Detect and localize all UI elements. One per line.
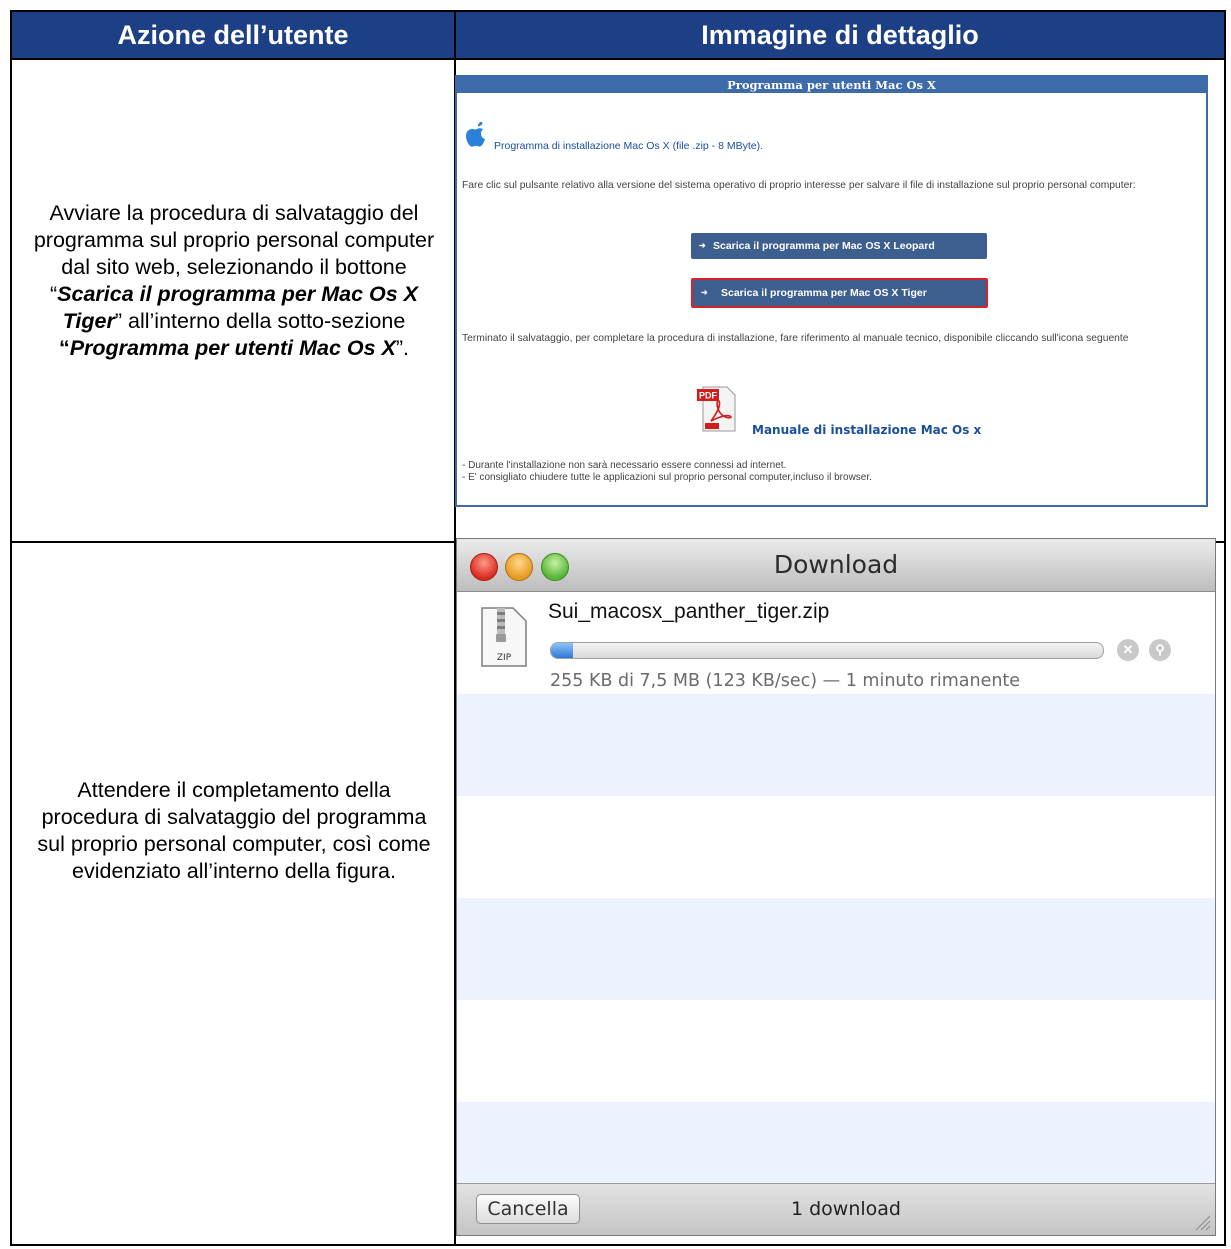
progress-fill [551,643,574,658]
download-list: ZIP Sui_macosx_panther_tiger.zip ✕ ⚲ 255… [457,592,1215,1184]
header-detail-image: Immagine di dettaglio [701,20,979,50]
file-name: Sui_macosx_panther_tiger.zip [548,600,830,623]
arrow-right-icon: ➜ [699,241,706,250]
manual-download-link[interactable]: Manuale di installazione Mac Os x [752,423,981,437]
action-step-2: Attendere il completamento della procedu… [37,778,431,883]
download-leopard-button[interactable]: ➜ Scarica il programma per Mac OS X Leopa… [691,233,987,259]
zip-label: ZIP [497,653,512,663]
minimize-window-button[interactable] [505,553,533,581]
apple-icon [466,121,485,147]
action-text-part: ” all’interno della sotto-sezione [114,309,406,333]
note-line: - E' consigliato chiudere tutte le appli… [462,472,872,483]
button-label: Scarica il programma per Mac OS X Tiger [721,287,927,299]
action-quote: “ [58,336,70,360]
notes: - Durante l'installazione non sarà neces… [462,460,872,484]
list-row-empty [457,694,1215,796]
download-window: Download ZIP Sui_macosx_panther_tiger.zi… [456,538,1216,1236]
arrow-right-icon: ➜ [701,288,708,297]
window-titlebar[interactable]: Download [457,539,1215,592]
download-status: 255 KB di 7,5 MB (123 KB/sec) — 1 minuto… [550,671,1021,691]
zoom-window-button[interactable] [541,553,569,581]
action-text-part: ”. [395,336,410,360]
stop-download-icon[interactable]: ✕ [1117,639,1139,661]
pdf-label: PDF [699,391,718,401]
table-header: Azione dell’utente Immagine di dettaglio [12,12,1224,60]
intro-text: Fare clic sul pulsante relativo alla ver… [462,180,1136,191]
installer-download-link[interactable]: Programma di installazione Mac Os X (fil… [494,140,763,152]
web-section-screenshot: Programma per utenti Mac Os X Programma … [455,75,1208,507]
clear-button[interactable]: Cancella [476,1194,580,1224]
pdf-icon[interactable]: PDF [697,383,739,433]
list-row-empty [457,796,1215,898]
list-row-empty [457,1000,1215,1102]
header-user-action: Azione dell’utente [117,20,349,50]
list-row-empty [457,1102,1215,1184]
resize-grip-icon[interactable] [1193,1213,1211,1231]
download-tiger-button[interactable]: ➜ Scarica il programma per Mac OS X Tiger [691,278,988,308]
list-item[interactable]: ZIP Sui_macosx_panther_tiger.zip ✕ ⚲ 255… [457,592,1215,694]
after-save-text: Terminato il salvataggio, per completare… [462,333,1129,344]
section-title: Programma per utenti Mac Os X [457,77,1206,93]
action-section-name: Programma per utenti Mac Os X [69,336,396,360]
note-line: - Durante l'installazione non sarà neces… [462,460,787,471]
reveal-magnifier-icon[interactable]: ⚲ [1149,639,1171,661]
close-window-button[interactable] [470,553,498,581]
zip-file-icon: ZIP [481,607,527,667]
button-label: Scarica il programma per Mac OS X Leopar… [713,240,935,252]
download-progress-bar [550,642,1104,659]
list-row-empty [457,898,1215,1000]
window-footer: 1 download Cancella [457,1183,1215,1235]
action-step-1: Avviare la procedura di salvataggio del … [30,200,438,362]
window-title: Download [773,550,899,579]
